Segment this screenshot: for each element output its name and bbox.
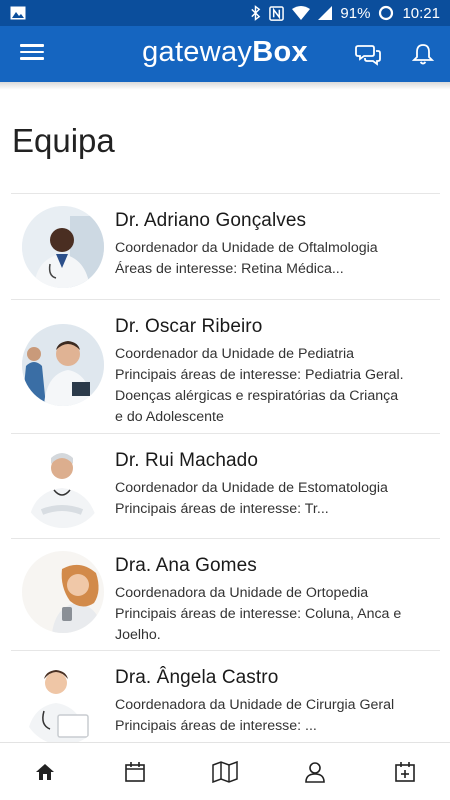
member-description: Coordenadora da Unidade de Ortopedia Pri… bbox=[115, 583, 435, 646]
team-member[interactable]: Dr. Rui Machado Coordenador da Unidade d… bbox=[11, 433, 440, 538]
home-icon bbox=[36, 763, 54, 780]
battery-icon bbox=[379, 5, 394, 21]
team-member[interactable]: Dr. Adriano Gonçalves Coordenador da Uni… bbox=[11, 193, 440, 299]
nav-appointment[interactable] bbox=[392, 759, 418, 785]
member-description: Coordenador da Unidade de Estomatologia … bbox=[115, 478, 435, 520]
nav-profile[interactable] bbox=[302, 759, 328, 785]
description-line: Coordenadora da Unidade de Ortopedia bbox=[115, 585, 369, 601]
description-line: Coordenador da Unidade de Oftalmologia bbox=[115, 240, 378, 256]
brand-logo: gatewayBox bbox=[0, 36, 450, 69]
nav-calendar[interactable] bbox=[122, 759, 148, 785]
signal-icon bbox=[318, 6, 333, 20]
user-icon bbox=[305, 761, 325, 783]
image-icon bbox=[10, 6, 26, 20]
team-list: Dr. Adriano Gonçalves Coordenador da Uni… bbox=[11, 193, 440, 750]
member-name: Dra. Ana Gomes bbox=[115, 555, 257, 576]
member-description: Coordenador da Unidade de Oftalmologia Á… bbox=[115, 238, 435, 280]
description-line: Principais áreas de interesse: Tr... bbox=[115, 501, 329, 517]
description-line: Principais áreas de interesse: Pediatria… bbox=[115, 367, 404, 383]
page-title: Equipa bbox=[12, 122, 115, 159]
description-line: Doenças alérgicas e respiratórias da Cri… bbox=[115, 388, 399, 404]
calendar-add-icon bbox=[395, 761, 415, 782]
status-bar: 91% 10:21 bbox=[0, 0, 450, 26]
team-member[interactable]: Dr. Oscar Ribeiro Coordenador da Unidade… bbox=[11, 299, 440, 433]
description-line: Principais áreas de interesse: ... bbox=[115, 718, 317, 734]
description-line: Coordenadora da Unidade de Cirurgia Gera… bbox=[115, 697, 395, 713]
description-line: Coordenador da Unidade de Pediatria bbox=[115, 346, 354, 362]
nav-home[interactable] bbox=[32, 759, 58, 785]
avatar bbox=[22, 206, 104, 288]
description-line: Joelho. bbox=[115, 627, 161, 643]
bottom-nav bbox=[0, 742, 450, 800]
description-line: Coordenador da Unidade de Estomatologia bbox=[115, 480, 388, 496]
member-name: Dr. Oscar Ribeiro bbox=[115, 316, 263, 337]
battery-level: 91% bbox=[340, 4, 371, 22]
bluetooth-icon bbox=[251, 5, 261, 21]
bell-icon[interactable] bbox=[410, 42, 436, 66]
member-name: Dr. Adriano Gonçalves bbox=[115, 210, 307, 231]
app-bar: gatewayBox bbox=[0, 26, 450, 82]
description-line: Áreas de interesse: Retina Médica... bbox=[115, 261, 344, 277]
avatar bbox=[22, 551, 104, 633]
team-member[interactable]: Dra. Ângela Castro Coordenadora da Unida… bbox=[11, 650, 440, 750]
nfc-icon bbox=[269, 5, 285, 21]
member-description: Coordenadora da Unidade de Cirurgia Gera… bbox=[115, 695, 435, 737]
calendar-icon bbox=[125, 761, 145, 782]
avatar bbox=[22, 446, 104, 528]
description-line: e do Adolescente bbox=[115, 409, 224, 425]
member-name: Dr. Rui Machado bbox=[115, 450, 259, 471]
brand-light: gateway bbox=[142, 36, 253, 68]
wifi-icon bbox=[292, 6, 311, 20]
map-icon bbox=[212, 760, 238, 783]
member-description: Coordenador da Unidade de Pediatria Prin… bbox=[115, 344, 435, 428]
description-line: Principais áreas de interesse: Coluna, A… bbox=[115, 606, 402, 622]
clock: 10:21 bbox=[402, 4, 440, 22]
avatar bbox=[22, 324, 104, 406]
brand-bold: Box bbox=[252, 36, 308, 68]
team-member[interactable]: Dra. Ana Gomes Coordenadora da Unidade d… bbox=[11, 538, 440, 650]
avatar bbox=[22, 663, 104, 745]
nav-map[interactable] bbox=[212, 759, 238, 785]
chat-icon[interactable] bbox=[355, 42, 381, 66]
member-name: Dra. Ângela Castro bbox=[115, 667, 279, 688]
appbar-shadow bbox=[0, 82, 450, 90]
